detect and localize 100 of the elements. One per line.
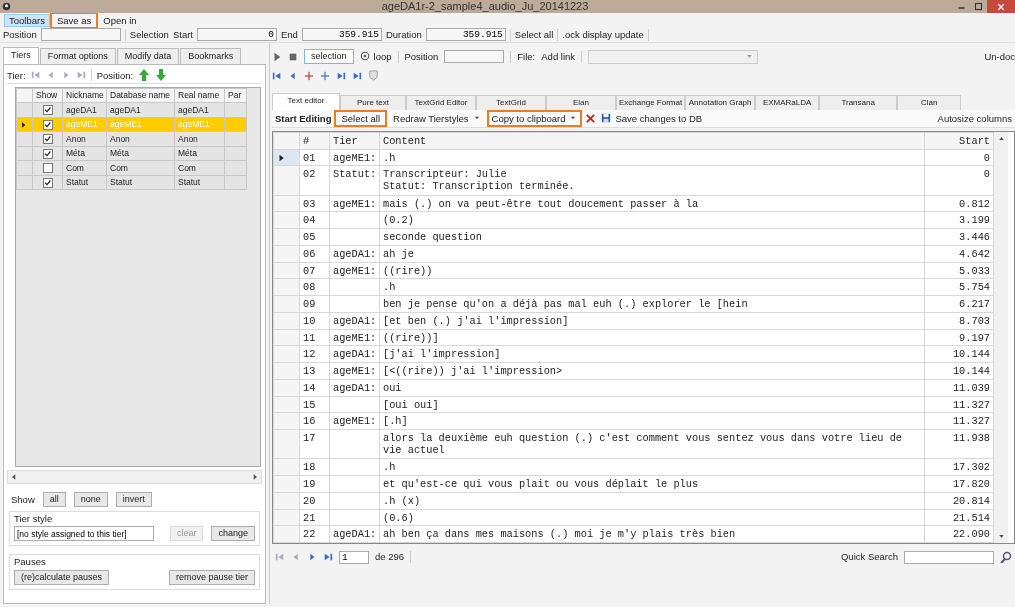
up-arrow-icon[interactable] xyxy=(138,69,151,82)
search-field[interactable] xyxy=(904,550,994,564)
checkbox[interactable] xyxy=(42,119,53,130)
table-row[interactable]: Statut Statut Statut xyxy=(16,175,247,190)
table-cell: 10.144 xyxy=(924,345,994,363)
tab[interactable]: EXMARaLDA xyxy=(755,95,820,110)
tab[interactable]: Elan xyxy=(546,95,616,110)
toolbar-button[interactable]: Autosize columns xyxy=(937,112,1012,125)
style-field[interactable]: [no style assigned to this tier] xyxy=(14,526,154,542)
position-field[interactable] xyxy=(40,28,121,41)
menu-item[interactable]: Open in xyxy=(98,13,142,27)
field-label: Duration xyxy=(385,28,422,41)
table-row[interactable]: Méta Méta Méta xyxy=(16,146,247,161)
first-icon[interactable] xyxy=(30,70,41,81)
menu-item[interactable]: Save as xyxy=(51,13,97,27)
position-field[interactable] xyxy=(444,50,505,63)
tab[interactable]: Modify data xyxy=(116,48,180,64)
pause-button[interactable]: (re)calculate pauses xyxy=(14,569,110,585)
app-icon xyxy=(2,2,11,11)
tab[interactable]: Clan xyxy=(897,95,962,110)
checkbox[interactable] xyxy=(42,134,53,145)
row-number: 19 xyxy=(299,475,330,493)
tab[interactable]: Text editor xyxy=(272,93,340,110)
tab[interactable]: Annotation Graph xyxy=(685,95,756,110)
row-number: 15 xyxy=(299,396,330,413)
table-cell: ((rire))] xyxy=(379,329,925,346)
column-header: Nickname xyxy=(62,88,107,103)
table-row[interactable]: ageDA1 ageDA1 ageDA1 xyxy=(16,102,247,118)
down-arrow-icon[interactable] xyxy=(155,69,168,82)
save-button[interactable]: Save changes to DB xyxy=(601,112,703,125)
table-row[interactable]: Anon Anon Anon xyxy=(16,131,247,147)
maximize-icon[interactable] xyxy=(974,2,983,11)
show-button[interactable]: all xyxy=(42,491,66,507)
table-cell: .h xyxy=(379,458,925,476)
dropdown-button[interactable]: Copy to clipboard xyxy=(488,111,581,126)
horizontal-scrollbar[interactable] xyxy=(7,469,262,484)
table-cell: ageDA1: xyxy=(329,245,380,263)
previous-icon[interactable] xyxy=(288,70,298,81)
toolbar-button[interactable]: Un-doc xyxy=(984,50,1015,63)
table-row[interactable]: Com Com Com xyxy=(16,160,247,176)
join-icon[interactable] xyxy=(320,70,330,81)
selection-button[interactable]: selection xyxy=(304,49,354,64)
close-button[interactable] xyxy=(987,0,1015,13)
checkbox[interactable] xyxy=(42,148,53,159)
dropdown-button[interactable]: Redraw Tierstyles xyxy=(390,111,484,126)
vertical-scrollbar[interactable] xyxy=(994,132,1008,543)
last-page-icon[interactable] xyxy=(323,552,333,562)
tab[interactable]: Bookmarks xyxy=(180,48,242,64)
column-header: # xyxy=(299,132,330,150)
checkbox[interactable] xyxy=(42,105,53,116)
table-cell: Statut: xyxy=(329,165,380,196)
table-cell: ben je pense qu'on a déjà pas mal euh (.) explorer le [hein xyxy=(379,295,925,313)
toolbar-label[interactable]: loop xyxy=(373,50,392,63)
toolbar-button[interactable]: Select all xyxy=(336,111,386,126)
toolbar-button[interactable]: Select all xyxy=(514,28,554,41)
show-button[interactable]: none xyxy=(73,491,108,507)
page-field[interactable]: 1 xyxy=(339,550,369,564)
toolbar-button[interactable]: Add link xyxy=(541,50,576,63)
table-cell: ageME1: xyxy=(329,412,380,430)
table-cell: 0 xyxy=(924,149,994,166)
row-number: 20 xyxy=(299,492,330,509)
last-icon[interactable] xyxy=(75,70,86,81)
row-number: 04 xyxy=(299,212,330,229)
change-button[interactable]: change xyxy=(211,526,255,542)
scroll-right-icon[interactable] xyxy=(251,472,259,481)
tab[interactable]: Transana xyxy=(819,95,898,110)
loop-icon[interactable] xyxy=(359,51,370,62)
start-field[interactable]: 0 xyxy=(196,28,277,41)
tab[interactable]: TextGrid xyxy=(476,95,546,110)
table-cell: 8.703 xyxy=(924,312,994,330)
show-button[interactable]: invert xyxy=(115,491,152,507)
tab[interactable]: Tiers xyxy=(3,47,39,64)
last-icon[interactable] xyxy=(336,70,346,81)
split-icon[interactable] xyxy=(304,70,314,81)
table-cell: ageDA1: xyxy=(329,312,380,330)
end-icon[interactable] xyxy=(352,70,362,81)
delete-icon[interactable] xyxy=(585,113,597,124)
pause-button[interactable]: remove pause tier xyxy=(168,569,255,585)
slider-thumb-icon[interactable] xyxy=(368,70,379,81)
toolbar-button[interactable]: .ock display update xyxy=(562,28,644,41)
play-icon[interactable] xyxy=(272,51,282,62)
end-field[interactable]: 359.915 xyxy=(301,28,382,41)
table-cell: 5.754 xyxy=(924,278,994,296)
next-page-icon[interactable] xyxy=(307,552,317,562)
menu-item[interactable]: Toolbars xyxy=(4,13,50,27)
first-icon[interactable] xyxy=(272,70,282,81)
table-cell: (0.6) xyxy=(379,509,925,526)
duration-field[interactable]: 359.915 xyxy=(425,28,506,41)
stop-icon[interactable] xyxy=(288,51,298,62)
tab[interactable]: TextGrid Editor xyxy=(406,95,476,110)
scroll-left-icon[interactable] xyxy=(10,472,18,481)
tab[interactable]: Exchange Format xyxy=(616,95,686,110)
row-number: 12 xyxy=(299,345,330,363)
search-icon[interactable] xyxy=(1000,551,1012,563)
group-title: Tier style xyxy=(14,512,54,525)
tab[interactable]: Format options xyxy=(39,48,116,64)
checkbox[interactable] xyxy=(42,177,53,188)
table-cell: ageME1: xyxy=(329,329,380,346)
tab[interactable]: Pure text xyxy=(340,95,406,110)
checkbox[interactable] xyxy=(42,163,53,174)
